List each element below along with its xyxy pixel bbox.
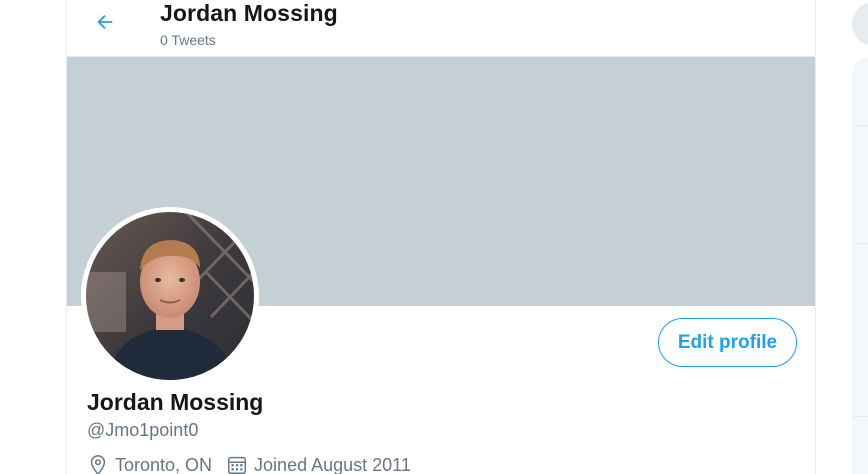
calendar-icon — [228, 456, 247, 474]
joined-item: Joined August 2011 — [226, 454, 411, 474]
profile-header: Jordan Mossing 0 Tweets — [67, 0, 815, 57]
right-divider — [852, 125, 868, 126]
right-divider — [852, 416, 868, 417]
location-pin-icon — [90, 455, 106, 474]
back-button[interactable] — [87, 6, 123, 38]
profile-handle: @Jmo1point0 — [87, 420, 199, 440]
tweet-count: 0 Tweets — [160, 32, 216, 48]
arrow-left-icon — [97, 14, 113, 30]
profile-page: Jordan Mossing 0 Tweets Edit profile Jor… — [0, 0, 868, 474]
avatar[interactable] — [81, 207, 259, 385]
right-divider — [852, 243, 868, 244]
profile-meta: Toronto, ON Joined August 2011 — [87, 453, 425, 474]
joined-text: Joined August 2011 — [254, 454, 411, 474]
main-column: Jordan Mossing 0 Tweets Edit profile Jor… — [66, 0, 816, 474]
location-item: Toronto, ON — [87, 454, 212, 474]
header-title: Jordan Mossing — [160, 0, 338, 26]
profile-name: Jordan Mossing — [87, 389, 264, 415]
location-text: Toronto, ON — [115, 454, 213, 474]
edit-profile-button[interactable]: Edit profile — [658, 318, 797, 367]
right-sidebar-box — [852, 58, 868, 474]
avatar-photo — [86, 212, 254, 380]
